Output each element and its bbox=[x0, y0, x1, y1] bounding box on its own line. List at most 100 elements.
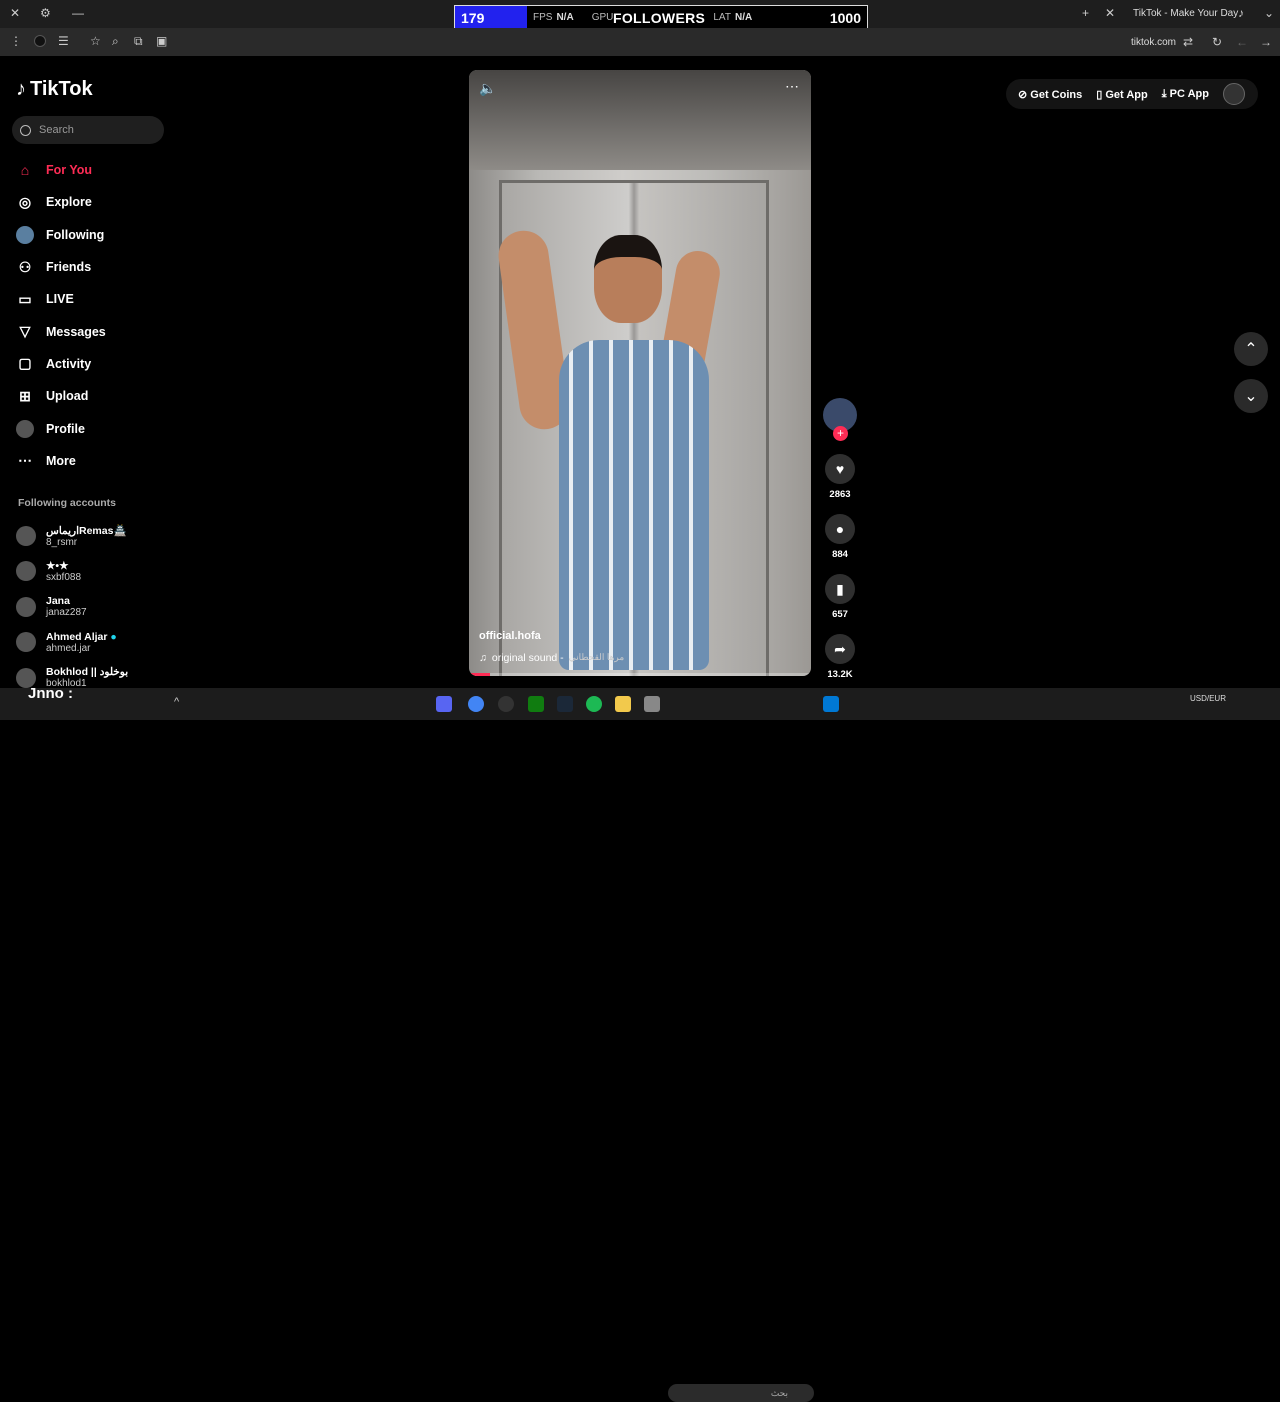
obs-icon[interactable] bbox=[498, 696, 514, 712]
friends-icon: ⚇ bbox=[18, 258, 32, 275]
url-text[interactable]: tiktok.com bbox=[1131, 37, 1176, 48]
get-coins-button[interactable]: ⊘ Get Coins bbox=[1018, 88, 1082, 101]
video-player[interactable]: 🔈 ⋯ official.hofa ♫ original sound - مره… bbox=[469, 70, 811, 676]
video-progress-fill bbox=[469, 673, 490, 676]
discord-icon[interactable] bbox=[436, 696, 452, 712]
reload-icon[interactable]: ↻ bbox=[1212, 35, 1222, 49]
get-app-button[interactable]: ▯ Get App bbox=[1096, 88, 1148, 101]
currency-widget[interactable]: USD/EUR bbox=[1190, 694, 1226, 703]
previous-video-button[interactable]: ⌃ bbox=[1234, 332, 1268, 366]
profile-avatar-icon bbox=[16, 419, 34, 438]
following-account[interactable]: Jana janaz287 bbox=[16, 589, 128, 625]
coin-icon: ⊘ bbox=[1018, 88, 1028, 101]
header-actions: ⊘ Get Coins ▯ Get App ⤓ PC App bbox=[1006, 79, 1258, 109]
share-arrow-icon: ➦ bbox=[834, 640, 846, 657]
following-account[interactable]: ★•★ sxbf088 bbox=[16, 554, 128, 590]
more-options-icon[interactable]: ⋯ bbox=[785, 78, 799, 95]
chevron-down-icon[interactable]: ⌄ bbox=[1264, 6, 1274, 20]
record-icon[interactable] bbox=[34, 35, 46, 47]
comment-button[interactable]: ● bbox=[825, 514, 855, 544]
taskbar-search-input[interactable]: بحث bbox=[668, 1384, 814, 1402]
sidebar-item-live[interactable]: ▭ LIVE bbox=[16, 283, 166, 315]
more-icon: ⋯ bbox=[18, 452, 32, 469]
chevron-up-icon: ⌃ bbox=[1244, 341, 1258, 358]
windows-start-icon[interactable] bbox=[823, 696, 839, 712]
back-arrow-icon[interactable]: ← bbox=[1236, 35, 1248, 49]
next-video-button[interactable]: ⌄ bbox=[1234, 379, 1268, 413]
steam-icon[interactable] bbox=[557, 696, 573, 712]
sidebar-item-for-you[interactable]: ⌂ For You bbox=[16, 154, 166, 186]
comment-icon: ● bbox=[835, 521, 845, 537]
zoom-icon[interactable]: ⌕ bbox=[112, 34, 119, 49]
video-actions: + ♥ 2863 ● 884 ▮ 657 ➦ 13.2K bbox=[822, 398, 858, 694]
avatar bbox=[16, 632, 36, 653]
chevron-up-icon[interactable]: ^ bbox=[174, 696, 190, 712]
close-window-icon[interactable]: ✕ bbox=[10, 6, 20, 20]
spotify-icon[interactable] bbox=[586, 696, 602, 712]
sidebar-item-friends[interactable]: ⚇ Friends bbox=[16, 251, 166, 283]
following-account[interactable]: اريماسRemas🏯 8_rsmr bbox=[16, 518, 128, 554]
pip-icon[interactable]: ▣ bbox=[156, 34, 167, 48]
screenshot-icon[interactable]: ⧉ bbox=[134, 34, 143, 49]
sidebar-item-upload[interactable]: ⊞ Upload bbox=[16, 380, 166, 412]
settings-icon[interactable]: ⚙ bbox=[40, 6, 51, 20]
video-frame-head bbox=[594, 235, 662, 323]
brand-name: TikTok bbox=[30, 78, 93, 100]
bookmark-star-icon[interactable]: ☆ bbox=[90, 34, 101, 48]
compass-icon: ◎ bbox=[18, 193, 32, 210]
video-sound[interactable]: ♫ original sound - مرها القحطاني bbox=[479, 652, 624, 664]
close-tab-icon[interactable]: ✕ bbox=[1105, 6, 1115, 20]
share-count: 13.2K bbox=[827, 669, 853, 680]
following-avatar-icon bbox=[16, 225, 34, 244]
video-frame-person bbox=[559, 340, 709, 670]
reader-icon[interactable]: ☰ bbox=[58, 34, 69, 48]
live-tv-icon: ▭ bbox=[18, 290, 32, 307]
bookmark-icon: ▮ bbox=[836, 580, 844, 597]
video-frame-ceiling bbox=[469, 70, 811, 170]
sidebar-item-following[interactable]: Following bbox=[16, 219, 166, 251]
heart-icon: ♥ bbox=[835, 461, 845, 477]
new-tab-icon[interactable]: + bbox=[1082, 6, 1089, 20]
pc-app-button[interactable]: ⤓ PC App bbox=[1162, 88, 1209, 101]
folder-icon[interactable] bbox=[615, 696, 631, 712]
address-bar: ⋮ ☰ ☆ ⌕ ⧉ ▣ tiktok.com ⇄ ↻ ← → bbox=[0, 28, 1280, 56]
avatar bbox=[16, 596, 36, 617]
sidebar-item-explore[interactable]: ◎ Explore bbox=[16, 186, 166, 218]
send-icon: ▽ bbox=[19, 323, 31, 340]
tab-title[interactable]: TikTok - Make Your Day bbox=[1133, 8, 1238, 19]
follower-goal: 1000 bbox=[829, 9, 861, 26]
search-input[interactable]: Search bbox=[12, 116, 164, 144]
activity-icon: ▢ bbox=[18, 355, 32, 372]
xbox-icon[interactable] bbox=[528, 696, 544, 712]
download-icon: ⤓ bbox=[1161, 87, 1167, 100]
verified-badge-icon: ● bbox=[110, 630, 117, 643]
share-button[interactable]: ➦ bbox=[825, 634, 855, 664]
sidebar-item-activity[interactable]: ▢ Activity bbox=[16, 348, 166, 380]
tiktok-note-icon: ♪ bbox=[16, 78, 26, 100]
video-progress-bar[interactable] bbox=[469, 673, 811, 676]
like-button[interactable]: ♥ bbox=[825, 454, 855, 484]
phone-icon: ▯ bbox=[1096, 88, 1103, 101]
chrome-icon[interactable] bbox=[468, 696, 484, 712]
site-settings-icon[interactable]: ⇄ bbox=[1183, 35, 1193, 49]
comment-count: 884 bbox=[832, 549, 848, 560]
forward-arrow-icon[interactable]: → bbox=[1260, 35, 1272, 49]
sidebar-item-profile[interactable]: Profile bbox=[16, 412, 166, 444]
following-accounts-heading: Following accounts bbox=[18, 497, 117, 509]
following-accounts-list: اريماسRemas🏯 8_rsmr ★•★ sxbf088 Jana janaz2… bbox=[16, 518, 128, 696]
video-author[interactable]: official.hofa bbox=[479, 630, 541, 642]
following-account[interactable]: Ahmed Aljar ● ahmed.jar bbox=[16, 625, 128, 661]
tiktok-logo[interactable]: ♪ TikTok bbox=[16, 78, 93, 101]
stream-overlay-name: Jnno : bbox=[28, 685, 73, 702]
sidebar-item-more[interactable]: ⋯ More bbox=[16, 445, 166, 477]
creator-avatar[interactable]: + bbox=[823, 398, 857, 441]
save-button[interactable]: ▮ bbox=[825, 574, 855, 604]
volume-icon[interactable]: 🔈 bbox=[479, 80, 496, 97]
store-icon[interactable] bbox=[644, 696, 660, 712]
avatar[interactable] bbox=[1222, 83, 1245, 105]
follow-plus-icon[interactable]: + bbox=[833, 426, 848, 441]
sidebar-item-messages[interactable]: ▽ Messages bbox=[16, 315, 166, 347]
like-count: 2863 bbox=[829, 489, 851, 500]
minimize-icon[interactable]: — bbox=[72, 6, 84, 20]
menu-dots-icon[interactable]: ⋮ bbox=[10, 34, 22, 48]
